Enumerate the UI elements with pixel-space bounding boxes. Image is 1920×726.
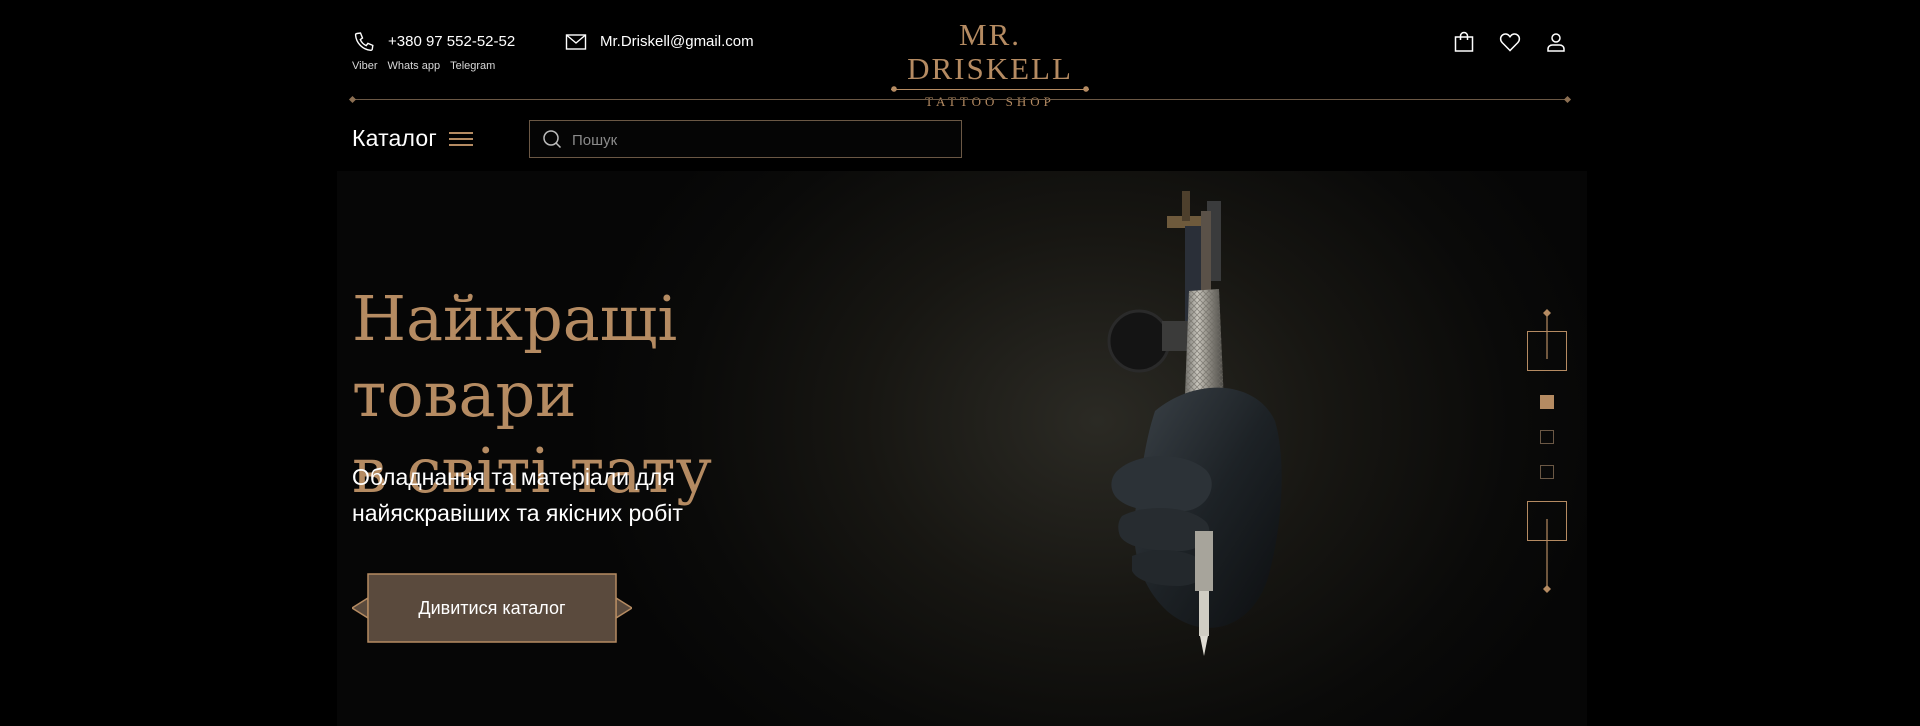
hero-title-line-1: Найкращі товари bbox=[352, 282, 678, 431]
phone-contact[interactable]: +380 97 552-52-52 bbox=[352, 26, 515, 58]
page: +380 97 552-52-52 Viber Whats app Telegr… bbox=[0, 0, 1920, 726]
hero-subtitle: Обладнання та матеріали для найяскравіши… bbox=[352, 459, 812, 531]
bag-icon[interactable] bbox=[1452, 30, 1476, 54]
viber-link[interactable]: Viber bbox=[352, 60, 377, 72]
catalog-label: Каталог bbox=[352, 125, 438, 151]
logo-title: MR. DRISKELL bbox=[907, 17, 1073, 86]
logo-divider bbox=[891, 86, 1089, 94]
hero-subtitle-line-2: найяскравіших та якісних робіт bbox=[352, 500, 683, 526]
logo[interactable]: MR. DRISKELL TATTOO SHOP bbox=[885, 18, 1095, 110]
email-address[interactable]: Mr.Driskell@gmail.com bbox=[600, 26, 754, 58]
slider-dot-3[interactable] bbox=[1540, 465, 1554, 479]
header: +380 97 552-52-52 Viber Whats app Telegr… bbox=[352, 0, 1568, 109]
slider-dot-2[interactable] bbox=[1540, 430, 1554, 444]
phone-number[interactable]: +380 97 552-52-52 bbox=[388, 26, 515, 58]
email-contact[interactable]: Mr.Driskell@gmail.com bbox=[564, 26, 754, 58]
mail-icon bbox=[565, 34, 587, 50]
user-icon[interactable] bbox=[1544, 30, 1568, 54]
phone-icon bbox=[354, 32, 374, 52]
view-catalog-button[interactable]: Дивитися каталог bbox=[352, 573, 632, 643]
messenger-links: Viber Whats app Telegram bbox=[352, 60, 495, 72]
slider-dot-1[interactable] bbox=[1540, 395, 1554, 409]
menu-icon bbox=[449, 131, 474, 147]
search-input[interactable] bbox=[570, 121, 954, 159]
view-catalog-label: Дивитися каталог bbox=[418, 598, 566, 618]
heart-icon[interactable] bbox=[1498, 30, 1522, 54]
tattoo-machine-image bbox=[1107, 191, 1282, 656]
slider-prev-button[interactable] bbox=[1527, 331, 1567, 371]
hero-slider-control bbox=[1525, 309, 1569, 594]
slider-next-button[interactable] bbox=[1527, 501, 1567, 541]
hero-banner: Найкращі товари в світі тату Обладнання … bbox=[337, 171, 1587, 726]
hero-subtitle-line-1: Обладнання та матеріали для bbox=[352, 464, 675, 490]
catalog-menu-button[interactable]: Каталог bbox=[352, 125, 474, 152]
search-icon[interactable] bbox=[542, 129, 562, 149]
whatsapp-link[interactable]: Whats app bbox=[387, 60, 440, 72]
header-actions bbox=[1452, 30, 1568, 54]
telegram-link[interactable]: Telegram bbox=[450, 60, 495, 72]
search-box bbox=[529, 120, 962, 159]
header-divider bbox=[352, 99, 1568, 100]
logo-subtitle: TATTOO SHOP bbox=[925, 94, 1055, 109]
